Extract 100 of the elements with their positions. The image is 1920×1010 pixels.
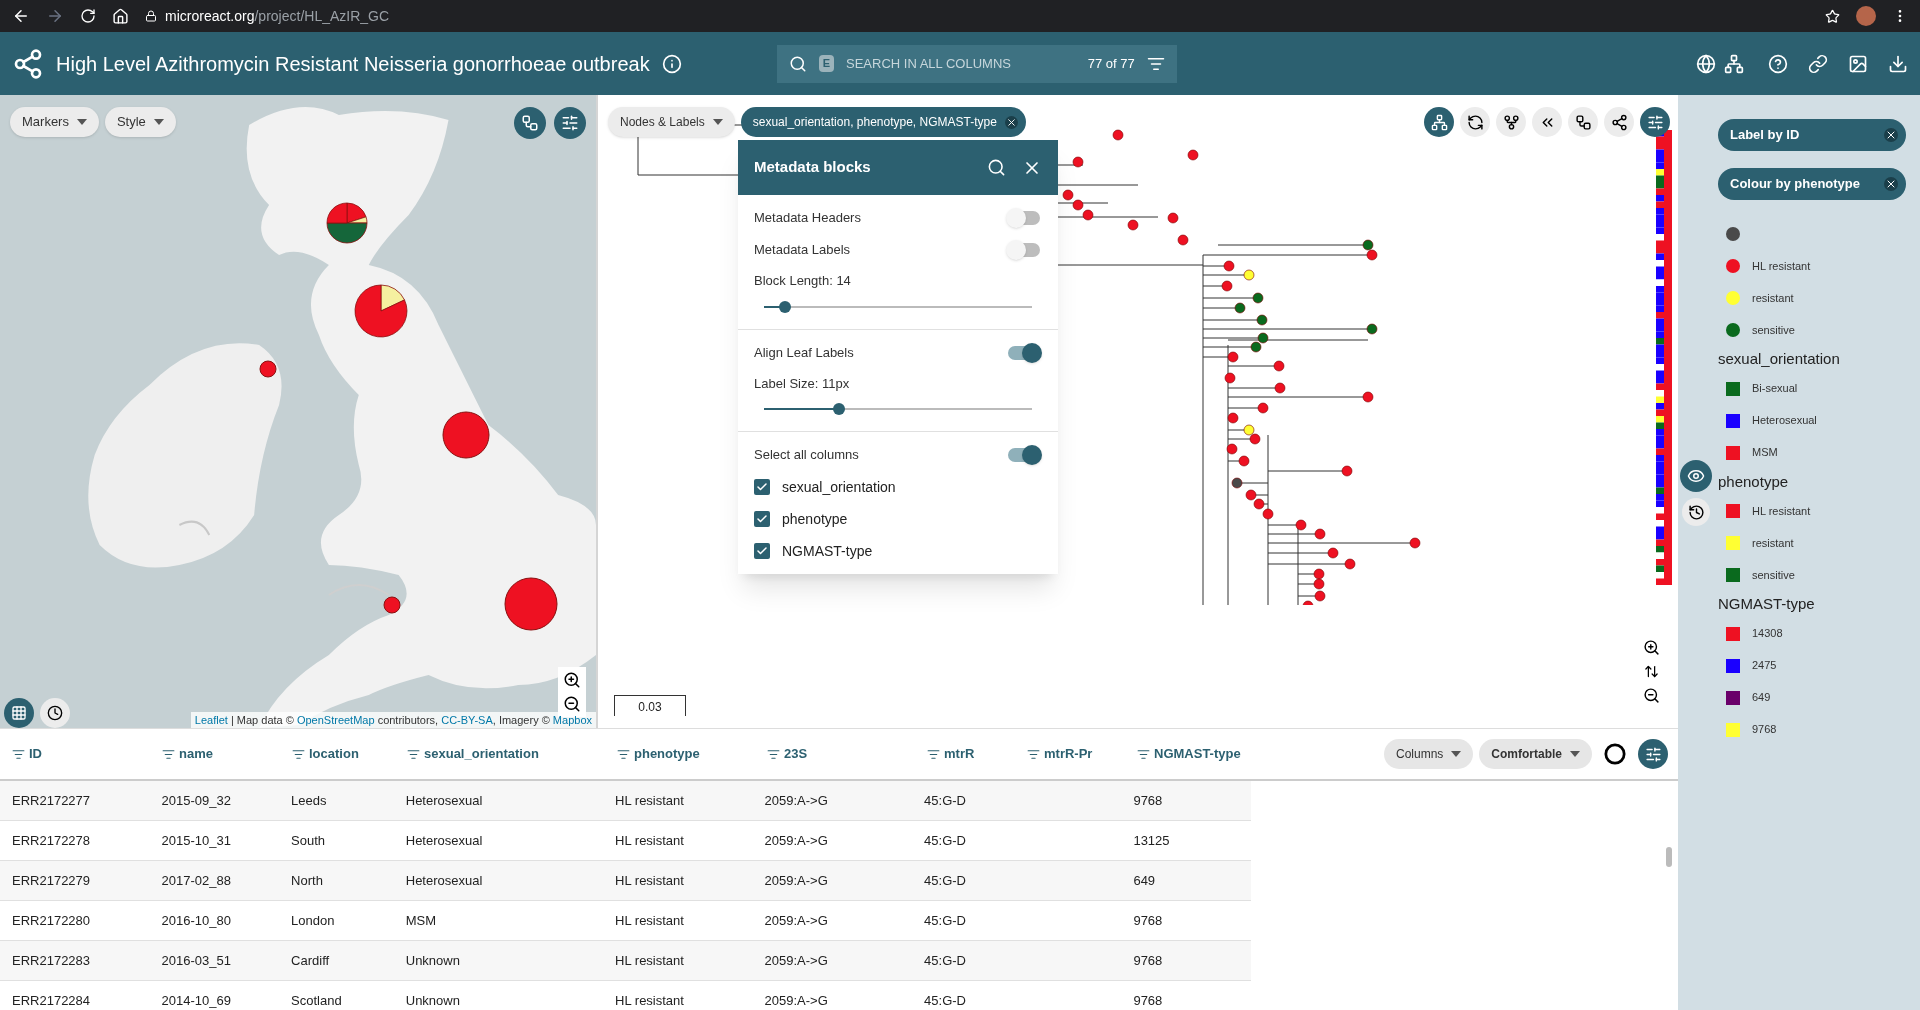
search-field[interactable]: SEARCH IN ALL COLUMNS [846, 53, 1076, 74]
history-button[interactable] [1682, 498, 1710, 526]
column-header[interactable]: location [280, 744, 395, 764]
filter-icon[interactable] [1027, 747, 1040, 761]
toggle-switch[interactable] [1006, 444, 1042, 466]
profile-avatar[interactable] [1856, 6, 1876, 26]
attribution-link[interactable]: CC-BY-SA [441, 713, 493, 726]
rectangular-tree-button[interactable] [1424, 107, 1454, 137]
eye-button[interactable] [1680, 460, 1712, 492]
remove-icon[interactable] [1004, 115, 1018, 129]
record-icon[interactable] [1604, 743, 1626, 765]
settings-icon [561, 114, 579, 132]
column-header[interactable]: phenotype [605, 744, 755, 764]
table-cell: ERR2172277 [12, 792, 91, 808]
dropdown-button[interactable]: Columns [1383, 739, 1474, 769]
filter-icon[interactable] [162, 747, 175, 761]
metadata-chip[interactable]: sexual_orientation, phenotype, NGMAST-type [740, 107, 1026, 137]
slider-thumb[interactable] [833, 403, 846, 415]
settings-button[interactable] [1640, 107, 1670, 137]
attribution-text: | Map data © [229, 713, 295, 726]
filter-icon[interactable] [767, 747, 780, 761]
table-row[interactable]: ERR2172283 2016-03_51 Cardiff Unknown HL resistant 2059:A->G 45:G-D 9768 [0, 941, 1251, 981]
tree-layout-button[interactable] [1496, 107, 1526, 137]
tree-layout-button[interactable] [1604, 107, 1634, 137]
checkbox[interactable] [754, 543, 770, 559]
table-row[interactable]: ERR2172279 2017-02_88 North Heterosexual HL resistant 2059:A->G 45:G-D 649 [0, 861, 1251, 901]
toggle-switch[interactable] [1006, 239, 1042, 261]
map-marker[interactable] [504, 577, 558, 631]
zoom-in-icon[interactable] [1642, 639, 1660, 656]
zoom-out-icon[interactable] [1642, 687, 1660, 704]
sort-icon[interactable] [1643, 664, 1659, 679]
help-icon[interactable] [1768, 53, 1788, 74]
check-icon [756, 545, 768, 557]
filter-icon[interactable] [927, 747, 940, 761]
forward-icon[interactable] [46, 7, 64, 25]
map-marker[interactable] [383, 596, 401, 614]
table-cell: 2016-03_51 [161, 952, 231, 968]
link-icon[interactable] [1808, 53, 1828, 74]
column-header[interactable]: NGMAST-type [1125, 744, 1255, 764]
legend-label: sensitive [1752, 567, 1795, 583]
column-header[interactable]: mtrR [915, 744, 1015, 764]
column-header[interactable]: mtrR-Pr [1015, 744, 1125, 764]
attribution-link[interactable]: OpenStreetMap [296, 713, 375, 726]
pie-marker[interactable] [354, 284, 408, 338]
pie-marker[interactable] [326, 202, 368, 244]
home-icon[interactable] [112, 7, 129, 25]
star-icon[interactable] [1825, 8, 1840, 24]
tree-layout-button[interactable] [1532, 107, 1562, 137]
tree-icon[interactable] [1724, 53, 1744, 74]
slider-label: Block Length: 14 [754, 272, 852, 290]
dropdown-button[interactable]: Style [104, 107, 176, 137]
settings-button[interactable] [1638, 739, 1668, 769]
table-row[interactable]: ERR2172277 2015-09_32 Leeds Heterosexual HL resistant 2059:A->G 45:G-D 9768 [0, 781, 1251, 821]
legend-chip[interactable]: Colour by phenotype [1718, 168, 1906, 200]
toggle-switch[interactable] [1006, 341, 1042, 364]
search-bar[interactable]: E SEARCH IN ALL COLUMNS 77 of 77 [776, 44, 1177, 83]
column-title: ID [29, 745, 42, 764]
filter-icon[interactable] [292, 747, 305, 761]
search-icon[interactable] [987, 158, 1006, 177]
checkbox[interactable] [754, 479, 770, 495]
column-header[interactable]: name [150, 744, 280, 764]
slider-thumb[interactable] [779, 300, 792, 313]
nodes-labels-button[interactable]: Nodes & Labels [608, 107, 735, 137]
download-icon[interactable] [1888, 53, 1908, 74]
checkbox[interactable] [754, 511, 770, 527]
filter-icon[interactable] [1137, 747, 1150, 761]
tree-layout-button[interactable] [1568, 107, 1598, 137]
remove-icon[interactable] [1884, 128, 1898, 142]
table-cell: Heterosexual [405, 872, 483, 888]
column-header[interactable]: ID [0, 744, 150, 764]
dropdown-button[interactable]: Comfortable [1479, 739, 1592, 769]
info-icon[interactable] [661, 53, 682, 74]
address-bar[interactable]: microreact.org/project/HL_AzIR_GC [145, 5, 390, 27]
column-header[interactable]: sexual_orientation [395, 744, 605, 764]
legend-title: NGMAST-type [1718, 594, 1816, 614]
table-cell: 45:G-D [924, 792, 966, 808]
back-icon[interactable] [12, 7, 30, 25]
remove-icon[interactable] [1884, 177, 1898, 191]
map-marker[interactable] [259, 360, 277, 378]
reload-icon[interactable] [80, 8, 96, 24]
table-cell: 2015-09_32 [161, 792, 231, 808]
map-marker[interactable] [442, 411, 490, 459]
column-header[interactable]: 23S [755, 744, 915, 764]
settings-icon [1646, 113, 1664, 131]
zoom-in-icon[interactable] [563, 671, 581, 689]
table-cell: 2059:A->G [764, 952, 828, 968]
legend-chip[interactable]: Label by ID [1718, 119, 1906, 151]
eye-icon [1687, 467, 1705, 485]
zoom-out-icon[interactable] [563, 695, 581, 713]
filter-icon[interactable] [617, 747, 630, 761]
attribution-link[interactable]: Leaflet [194, 713, 228, 726]
tree-layout-button[interactable] [1460, 107, 1490, 137]
toggle-switch[interactable] [1006, 207, 1042, 229]
dropdown-button[interactable]: Markers [10, 107, 99, 137]
image-icon[interactable] [1848, 53, 1868, 74]
globe-icon[interactable] [1696, 53, 1716, 74]
table-cell: MSM [405, 912, 437, 928]
filter-icon[interactable] [12, 747, 25, 761]
attribution-link[interactable]: Mapbox [552, 713, 592, 726]
filter-icon[interactable] [407, 747, 420, 761]
